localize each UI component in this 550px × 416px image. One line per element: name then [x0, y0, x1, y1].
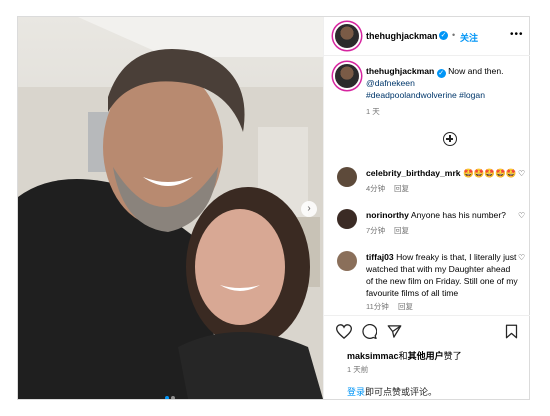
comment-avatar[interactable] [337, 167, 357, 187]
comment-like-heart-icon[interactable]: ♡ [518, 253, 525, 262]
likes-user[interactable]: maksimmac [347, 351, 399, 361]
carousel-next-button[interactable]: › [301, 201, 317, 217]
likes-suffix: 赞了 [443, 351, 462, 361]
comment-age: 4分钟 [366, 184, 386, 193]
author-avatar[interactable] [335, 24, 359, 48]
carousel-dot-active [165, 396, 169, 399]
comment-2: norinorthy Anyone has his number? [366, 209, 518, 221]
caption: thehughjackman ✓ Now and then. @dafnekee… [366, 65, 526, 101]
caption-hashtags[interactable]: #deadpoolandwolverine #logan [366, 90, 485, 100]
share-send-icon[interactable] [387, 324, 402, 339]
comment-reply-button[interactable]: 回复 [394, 225, 409, 236]
post-age: 1 天前 [347, 365, 369, 374]
comment-like-heart-icon[interactable]: ♡ [518, 169, 525, 178]
login-link[interactable]: 登录 [347, 387, 365, 397]
load-more-comments-icon[interactable] [443, 132, 457, 146]
save-bookmark-icon[interactable] [505, 324, 518, 339]
instagram-post: › thehughjackman ✓ • 关注 ••• thehughjackm… [17, 16, 530, 400]
comment-like-heart-icon[interactable]: ♡ [518, 211, 525, 220]
comment-icon[interactable] [362, 324, 377, 339]
comment-username[interactable]: celebrity_birthday_mrk [366, 168, 461, 178]
comment-username[interactable]: tiffaj03 [366, 252, 394, 262]
header-separator: • [452, 30, 456, 40]
likes-connector: 和 [398, 351, 408, 361]
post-photo[interactable]: › [18, 17, 323, 399]
caption-mention[interactable]: @dafnekeen [366, 78, 415, 88]
comment-text: 🤩🤩🤩🤩🤩 [462, 168, 517, 178]
caption-username[interactable]: thehughjackman [366, 66, 434, 76]
caption-verified-icon: ✓ [436, 69, 446, 78]
caption-avatar[interactable] [335, 64, 359, 88]
author-username[interactable]: thehughjackman [366, 31, 438, 41]
more-options-icon[interactable]: ••• [510, 29, 524, 40]
likes-summary: maksimmac和其他用户赞了 [347, 349, 462, 362]
comment-reply-button[interactable]: 回复 [398, 301, 413, 312]
comment-age: 7分钟 [366, 226, 386, 235]
photo-image [18, 17, 323, 399]
post-side-panel: thehughjackman ✓ • 关注 ••• thehughjackman… [323, 17, 530, 399]
like-heart-icon[interactable] [336, 324, 352, 339]
caption-age: 1 天 [366, 107, 380, 116]
comment-avatar[interactable] [337, 209, 357, 229]
verified-badge-icon: ✓ [439, 31, 448, 40]
action-bar [324, 315, 530, 344]
comment-avatar[interactable] [337, 251, 357, 271]
comment-reply-button[interactable]: 回复 [394, 183, 409, 194]
comment-1: celebrity_birthday_mrk 🤩🤩🤩🤩🤩 [366, 167, 518, 179]
comment-age: 11分钟 [366, 302, 389, 311]
carousel-dots [164, 387, 176, 399]
follow-button[interactable]: 关注 [460, 31, 478, 44]
post-header: thehughjackman ✓ • 关注 ••• [324, 17, 530, 56]
likes-others-link[interactable]: 其他用户 [408, 351, 444, 361]
comment-username[interactable]: norinorthy [366, 210, 409, 220]
comment-text: Anyone has his number? [410, 210, 506, 220]
caption-text: Now and then. [448, 66, 504, 76]
carousel-dot [171, 396, 175, 399]
comment-3: tiffaj03 How freaky is that, I literally… [366, 251, 518, 299]
login-prompt: 登录即可点赞或评论。 [347, 385, 437, 398]
login-prompt-text: 即可点赞或评论。 [365, 387, 438, 397]
